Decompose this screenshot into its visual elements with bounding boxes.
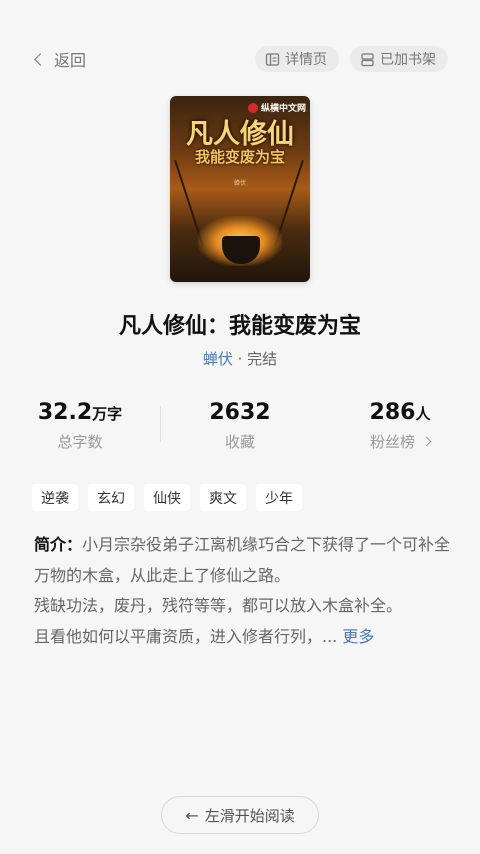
tag-item[interactable]: 逆袭	[32, 484, 78, 511]
stat-word-count: 32.2万字 总字数	[0, 400, 160, 452]
start-reading-button[interactable]: ← 左滑开始阅读	[161, 796, 319, 834]
fans-unit: 人	[415, 405, 431, 423]
detail-page-icon	[265, 52, 280, 66]
fan-ranking-label: 粉丝榜	[369, 433, 415, 451]
fans-value: 286	[369, 400, 416, 425]
bookshelf-label: 已加书架	[380, 52, 436, 68]
publisher-logo-icon	[248, 102, 258, 113]
tag-list: 逆袭 玄幻 仙侠 爽文 少年	[32, 484, 312, 511]
word-count-unit: 万字	[92, 405, 123, 423]
book-status: 完结	[247, 350, 278, 368]
intro-line2: 残缺功法，废丹，残符等等，都可以放入木盒补全。	[34, 596, 403, 615]
favorites-value: 2632	[209, 400, 271, 425]
stat-fan-ranking[interactable]: 286人 粉丝榜	[320, 400, 480, 452]
back-label: 返回	[54, 51, 87, 70]
favorites-label: 收藏	[224, 433, 255, 451]
bookshelf-icon	[361, 52, 374, 66]
chevron-left-icon	[34, 53, 47, 66]
author-link[interactable]: 蝉伏	[203, 350, 233, 368]
tag-item[interactable]: 少年	[256, 484, 302, 511]
stat-favorites: 2632 收藏	[160, 400, 320, 452]
bookshelf-button[interactable]: 已加书架	[350, 46, 448, 72]
stats-row: 32.2万字 总字数 2632 收藏 286人 粉丝榜	[0, 400, 480, 460]
book-meta: 蝉伏 · 完结	[0, 348, 480, 369]
word-count-value: 32.2	[37, 400, 93, 425]
intro-label: 简介：	[34, 535, 83, 554]
more-link[interactable]: 更多	[342, 627, 374, 646]
detail-page-label: 详情页	[285, 52, 327, 68]
book-title: 凡人修仙：我能变废为宝	[118, 314, 361, 339]
meta-separator: ·	[237, 350, 243, 368]
back-button[interactable]: 返回	[34, 47, 87, 71]
detail-page-button[interactable]: 详情页	[255, 46, 339, 72]
intro-line1: 小月宗杂役弟子江离机缘巧合之下获得了一个可补全万物的木盒，从此走上了修仙之路。	[34, 535, 451, 585]
cover-author: 蝉伏	[233, 180, 246, 187]
start-reading-label: 左滑开始阅读	[204, 806, 295, 825]
tag-item[interactable]: 爽文	[200, 484, 246, 511]
book-intro: 简介：小月宗杂役弟子江离机缘巧合之下获得了一个可补全万物的木盒，从此走上了修仙之…	[34, 530, 452, 652]
chevron-right-icon	[421, 436, 432, 447]
word-count-label: 总字数	[57, 433, 103, 451]
arrow-left-icon: ←	[185, 805, 199, 825]
top-bar: 返回 详情页 已加书架	[0, 44, 480, 74]
book-cover: 纵横中文网 凡人修仙 我能变废为宝 蝉伏	[170, 96, 310, 282]
tag-item[interactable]: 玄幻	[88, 484, 134, 511]
cover-title-line2: 我能变废为宝	[194, 148, 285, 166]
tag-item[interactable]: 仙侠	[144, 484, 190, 511]
intro-line3: 且看他如何以平庸资质，进入修者行列，...	[34, 626, 338, 646]
